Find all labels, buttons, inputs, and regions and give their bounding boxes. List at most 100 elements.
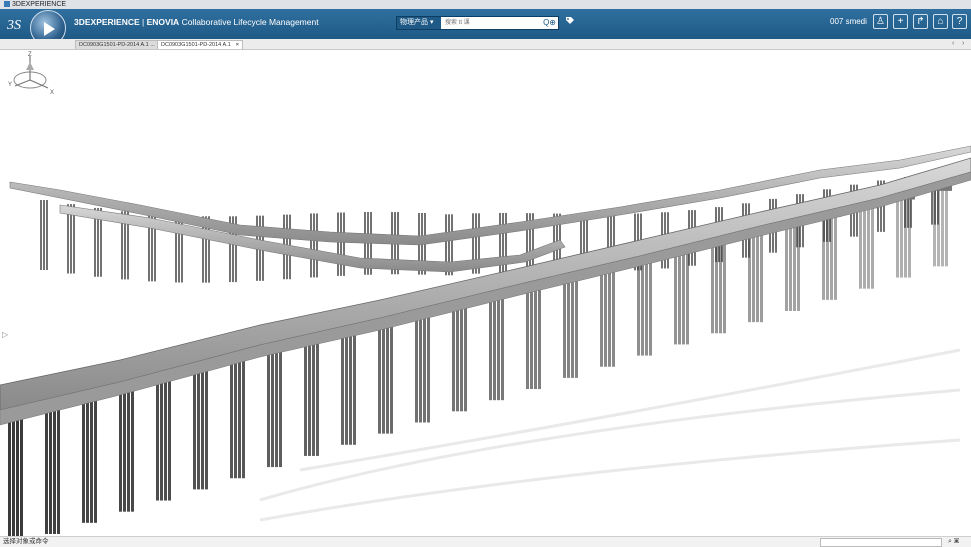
pier-column [493, 292, 496, 401]
tab-scroll-left-icon[interactable]: ‹ [952, 40, 954, 47]
brand-separator: | [139, 17, 147, 27]
pier-column [789, 223, 792, 311]
pier-column [563, 275, 566, 378]
pier-column [456, 301, 459, 412]
search-scope-dropdown[interactable]: 物理产品 ▾ [397, 17, 441, 29]
pier-column [279, 344, 282, 468]
pier-column [464, 301, 467, 412]
pier-column [316, 213, 318, 278]
pier-column [415, 309, 418, 423]
pier-column [313, 213, 315, 278]
tab-document-1[interactable]: DC0903G1501-PD-2014 A.1 ... [75, 40, 159, 49]
pier-column [715, 240, 718, 334]
pier-column [645, 258, 648, 356]
pier-column [242, 353, 245, 479]
pier-column [863, 206, 866, 289]
pier-column [830, 214, 833, 300]
pier-column [343, 212, 345, 276]
pier-column [452, 301, 455, 412]
share-icon[interactable]: ↱ [913, 14, 928, 29]
pier-column [871, 206, 874, 289]
pier-column [785, 223, 788, 311]
pier-column [127, 379, 130, 512]
pier-column [94, 387, 97, 523]
pier-column [604, 266, 607, 367]
pier-column [312, 335, 315, 456]
pier-column [308, 335, 311, 456]
pier-column [82, 387, 85, 523]
pier-column [793, 223, 796, 311]
tab-scroll-right-icon[interactable]: › [962, 40, 964, 47]
pier-column [275, 344, 278, 468]
tab-document-2[interactable]: DC0903G1501-PD-2014 A.1 × [157, 40, 243, 49]
window-titlebar: 3DEXPERIENCE [0, 0, 971, 9]
pier-column [341, 327, 344, 445]
pier-column [904, 197, 907, 278]
home-icon[interactable]: ⌂ [933, 14, 948, 29]
pier-column [719, 240, 722, 334]
pier-column [45, 396, 48, 534]
pier-column [386, 318, 389, 434]
pier-column [423, 309, 426, 423]
pier-column [489, 292, 492, 401]
pier-column [748, 232, 751, 323]
pier-column [526, 284, 529, 390]
pier-column [497, 292, 500, 401]
pier-column [797, 223, 800, 311]
pier-column [337, 212, 339, 276]
close-icon[interactable]: × [236, 42, 239, 48]
pier-column [310, 213, 312, 278]
app-brand: 3DEXPERIENCE | ENOVIA Collaborative Life… [74, 17, 319, 27]
pier-column [267, 344, 270, 468]
ds-logo-icon[interactable]: 3S [4, 11, 30, 37]
search-icon[interactable]: Q⊕ [543, 17, 556, 29]
pier-column [941, 188, 944, 267]
pier-column [752, 232, 755, 323]
top-bar: 3S 3DEXPERIENCE | ENOVIA Collaborative L… [0, 9, 971, 46]
status-bar: 选择对象或命令 ⌕ ▣ [0, 536, 971, 547]
user-icon[interactable]: ♙ [873, 14, 888, 29]
pier-column [238, 353, 241, 479]
pier-column [205, 361, 208, 490]
tag-icon[interactable] [565, 16, 575, 26]
pier-column [57, 396, 60, 534]
pier-column [16, 405, 19, 536]
3d-compass-icon[interactable]: Z Y X [0, 50, 60, 100]
user-name[interactable]: 007 smedi [830, 17, 867, 26]
add-icon[interactable]: + [893, 14, 908, 29]
pier-column [937, 188, 940, 267]
pier-column [349, 327, 352, 445]
search-input[interactable] [443, 17, 543, 29]
pier-column [649, 258, 652, 356]
svg-text:3S: 3S [6, 18, 21, 33]
bridge-model[interactable] [0, 50, 971, 536]
pier-column [859, 206, 862, 289]
panel-expand-icon[interactable]: ▷ [2, 330, 8, 339]
pier-column [197, 361, 200, 490]
pier-column [8, 405, 11, 536]
app-icon [4, 1, 10, 8]
pier-column [427, 309, 430, 423]
pier-column [382, 318, 385, 434]
pier-column [419, 309, 422, 423]
pier-column [164, 370, 167, 501]
pier-column [345, 327, 348, 445]
pier-column [390, 318, 393, 434]
pier-column [822, 214, 825, 300]
pier-column [686, 249, 689, 345]
pier-column [316, 335, 319, 456]
pier-column [123, 379, 126, 512]
brand-app: ENOVIA [146, 17, 180, 27]
help-icon[interactable]: ? [952, 14, 967, 29]
pier-column [131, 379, 134, 512]
pier-column [304, 335, 307, 456]
pier-column [201, 361, 204, 490]
pier-column [49, 396, 52, 534]
pier-column [538, 284, 541, 390]
pier-column [119, 379, 122, 512]
search-scope-label: 物理产品 [400, 19, 428, 26]
pier-column [230, 353, 233, 479]
pier-column [908, 197, 911, 278]
3d-viewport[interactable]: ▷ Z Y X ✎ [0, 50, 971, 536]
pier-column [826, 214, 829, 300]
